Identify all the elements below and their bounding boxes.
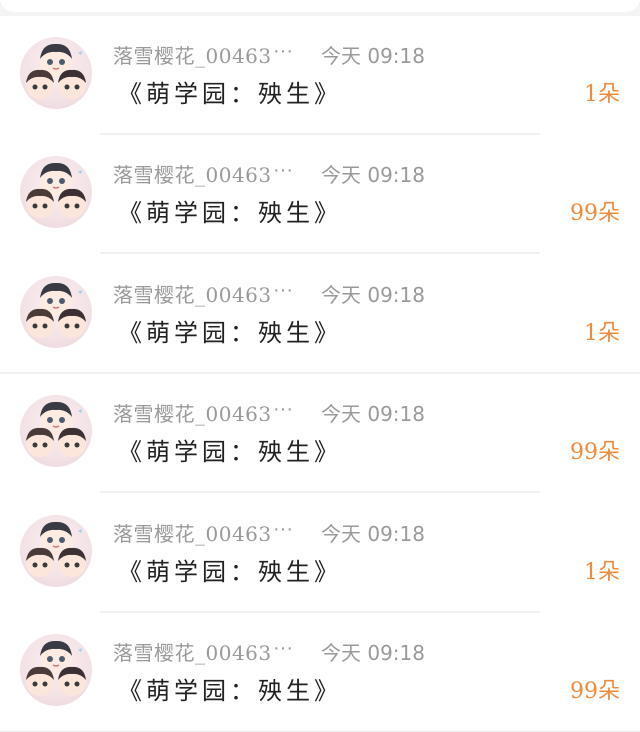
list-item[interactable]: 落雪樱花_00463 ··· 今天 09:18 《萌学园：殃生》 1朵: [0, 494, 640, 613]
gift-title: 《萌学园：殃生》: [118, 677, 342, 705]
username[interactable]: 落雪樱花_00463: [113, 40, 272, 69]
user-avatar[interactable]: [20, 515, 92, 587]
flower-count: 99朵: [570, 440, 620, 465]
gift-title: 《萌学园：殃生》: [118, 80, 342, 108]
username[interactable]: 落雪樱花_00463: [113, 637, 272, 666]
gift-title: 《萌学园：殃生》: [118, 199, 342, 227]
timestamp: 今天 09:18: [321, 522, 425, 546]
username[interactable]: 落雪樱花_00463: [113, 398, 272, 427]
flower-count: 1朵: [584, 321, 620, 346]
timestamp: 今天 09:18: [321, 44, 425, 68]
list-item[interactable]: 落雪樱花_00463 ··· 今天 09:18 《萌学园：殃生》 99朵: [0, 135, 640, 254]
list-item[interactable]: 落雪樱花_00463 ··· 今天 09:18 《萌学园：殃生》 1朵: [0, 16, 640, 135]
more-ellipsis: ···: [273, 40, 293, 62]
username[interactable]: 落雪樱花_00463: [113, 159, 272, 188]
list-item[interactable]: 落雪樱花_00463 ··· 今天 09:18 《萌学园：殃生》 1朵: [0, 255, 640, 374]
user-avatar[interactable]: [20, 276, 92, 348]
user-avatar[interactable]: [20, 37, 92, 109]
flower-count: 99朵: [570, 679, 620, 704]
flower-count: 1朵: [584, 82, 620, 107]
list-item[interactable]: 落雪樱花_00463 ··· 今天 09:18 《萌学园：殃生》 99朵: [0, 374, 640, 493]
flower-count: 1朵: [584, 560, 620, 585]
flower-count: 99朵: [570, 201, 620, 226]
gift-title: 《萌学园：殃生》: [118, 438, 342, 466]
username[interactable]: 落雪樱花_00463: [113, 518, 272, 547]
more-ellipsis: ···: [273, 159, 293, 181]
gift-title: 《萌学园：殃生》: [118, 558, 342, 586]
more-ellipsis: ···: [273, 279, 293, 301]
timestamp: 今天 09:18: [321, 402, 425, 426]
list-item[interactable]: 落雪樱花_00463 ··· 今天 09:18 《萌学园：殃生》 99朵: [0, 613, 640, 732]
timestamp: 今天 09:18: [321, 283, 425, 307]
user-avatar[interactable]: [20, 156, 92, 228]
timestamp: 今天 09:18: [321, 163, 425, 187]
row-divider: [100, 491, 540, 493]
more-ellipsis: ···: [273, 398, 293, 420]
user-avatar[interactable]: [20, 395, 92, 467]
timestamp: 今天 09:18: [321, 641, 425, 665]
gift-title: 《萌学园：殃生》: [118, 319, 342, 347]
top-card-edge: [0, 0, 640, 12]
user-avatar[interactable]: [20, 634, 92, 706]
username[interactable]: 落雪樱花_00463: [113, 279, 272, 308]
more-ellipsis: ···: [273, 637, 293, 659]
more-ellipsis: ···: [273, 518, 293, 540]
gift-message-list: 落雪樱花_00463 ··· 今天 09:18 《萌学园：殃生》 1朵 落雪樱花…: [0, 16, 640, 730]
row-divider: [100, 252, 540, 254]
